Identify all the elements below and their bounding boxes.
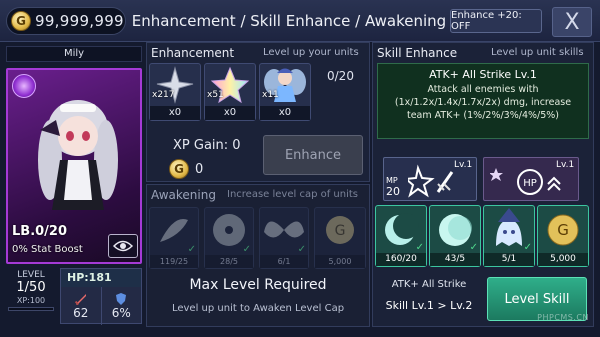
skill-subtitle: Level up unit skills: [491, 47, 584, 58]
level-value: 1/50: [16, 280, 46, 295]
def-value: 6%: [111, 306, 131, 320]
passive-skill-level: Lv.1: [556, 160, 575, 170]
unit-portrait[interactable]: LB.0/20 0% Stat Boost: [6, 68, 142, 264]
check-icon: ✓: [242, 244, 251, 255]
enhance-plus20-toggle[interactable]: Enhance +20: OFF: [450, 9, 542, 33]
check-icon: ✓: [297, 244, 306, 255]
svg-text:HP: HP: [523, 178, 537, 189]
page-title: Enhancement / Skill Enhance / Awakening: [131, 12, 447, 30]
enhancement-count: 0/20: [327, 69, 354, 83]
enhancement-subtitle: Level up your units: [263, 47, 359, 58]
material-count: x217: [152, 90, 175, 100]
skill-material-count: 160/20: [376, 253, 426, 266]
mp-label: MP: [386, 176, 398, 185]
awakening-title: Awakening: [151, 188, 216, 202]
stat-boost-text: 0% Stat Boost: [12, 244, 83, 255]
level-skill-button-label: Level Skill: [504, 291, 570, 307]
active-skill-tab[interactable]: MP 20 Lv.1: [383, 157, 477, 201]
mp-value: 20: [386, 185, 400, 198]
hp-value: HP:181: [61, 269, 141, 287]
awakening-gold-slot[interactable]: G 5,000: [314, 207, 366, 269]
shield-icon: [116, 293, 127, 305]
material-slot[interactable]: x217 x0: [149, 63, 201, 121]
limit-break-level: LB.0/20: [12, 224, 68, 239]
level-label: LEVEL: [17, 270, 45, 280]
level-box: LEVEL 1/50 XP:100: [6, 268, 56, 328]
skill-description: Attack all enemies with (1x/1.2x/1.4x/1.…: [394, 84, 572, 121]
top-bar: G 99,999,999 Enhancement / Skill Enhance…: [0, 0, 600, 42]
awakening-gold-cost: 5,000: [315, 255, 365, 268]
skill-footer-name: ATK+ All Strike: [391, 279, 467, 290]
star-strike-icon: [408, 164, 454, 198]
skill-info-box: ATK+ All Strike Lv.1 Attack all enemies …: [377, 63, 589, 139]
skill-panel: Skill Enhance Level up unit skills ATK+ …: [372, 42, 594, 327]
skill-material-count: 5/1: [484, 253, 534, 266]
gold-coin-icon: G: [11, 11, 31, 31]
enhance-gold-cost: G 0: [169, 159, 203, 179]
def-stat: 6%: [102, 287, 142, 325]
gold-cost-value: 0: [195, 161, 204, 177]
close-button[interactable]: X: [552, 7, 592, 37]
material-slot[interactable]: x11 x0: [259, 63, 311, 121]
check-icon: ✓: [415, 242, 424, 253]
gold-coin-icon: G: [169, 159, 189, 179]
view-unit-button[interactable]: [108, 234, 138, 258]
enhance-button[interactable]: Enhance: [263, 135, 363, 175]
material-count: x51: [207, 90, 224, 100]
atk-stat: 62: [61, 287, 102, 325]
passive-skill-tab[interactable]: HP Lv.1: [483, 157, 579, 201]
check-icon: ✓: [523, 242, 532, 253]
skill-material-slot[interactable]: 43/5 ✓: [429, 205, 481, 267]
active-skill-level: Lv.1: [454, 160, 473, 170]
eye-icon: [113, 240, 133, 252]
atk-value: 62: [73, 306, 89, 320]
material-used: x0: [205, 106, 255, 120]
xp-gain-text: XP Gain: 0: [173, 138, 241, 153]
sword-icon: [74, 294, 86, 306]
material-used: x0: [150, 106, 200, 120]
awakening-material-slot[interactable]: 6/1 ✓: [259, 207, 309, 269]
awakening-material-count: 6/1: [260, 255, 308, 268]
gold-coin-icon: G: [326, 216, 354, 244]
character-illustration: [38, 100, 118, 210]
awakening-material-slot[interactable]: 28/5 ✓: [204, 207, 254, 269]
skill-title: Skill Enhance: [377, 46, 458, 60]
xp-bar: [8, 307, 54, 311]
gold-amount: 99,999,999: [35, 12, 124, 30]
skill-footer-level: Skill Lv.1 > Lv.2: [385, 299, 473, 312]
gold-coin-icon: G: [547, 214, 579, 246]
watermark: PHPCMS.CN: [537, 313, 589, 322]
enhancement-title: Enhancement: [151, 46, 235, 60]
skill-gold-slot[interactable]: G 5,000: [537, 205, 589, 267]
xp-label: XP:100: [16, 296, 46, 305]
enhance-button-label: Enhance: [284, 147, 342, 163]
skill-material-slot[interactable]: 160/20 ✓: [375, 205, 427, 267]
awakening-hint: Level up unit to Awaken Level Cap: [171, 303, 345, 314]
check-icon: ✓: [469, 242, 478, 253]
material-slot[interactable]: x51 x0: [204, 63, 256, 121]
awakening-requirement: Max Level Required: [189, 277, 327, 293]
awakening-subtitle: Increase level cap of units: [227, 189, 359, 200]
material-used: x0: [260, 106, 310, 120]
material-count: x11: [262, 90, 279, 100]
check-icon: ✓: [187, 244, 196, 255]
skill-name: ATK+ All Strike Lv.1: [429, 68, 537, 81]
skill-material-count: 43/5: [430, 253, 480, 266]
skill-gold-cost: 5,000: [538, 253, 588, 266]
awakening-material-slot[interactable]: 119/25 ✓: [149, 207, 199, 269]
gold-balance: G 99,999,999: [6, 7, 126, 35]
svg-text:G: G: [335, 223, 346, 239]
awakening-panel: Awakening Increase level cap of units 11…: [146, 184, 370, 327]
svg-text:G: G: [557, 221, 569, 239]
unit-name: Mily: [6, 46, 142, 62]
awakening-material-count: 119/25: [150, 255, 198, 268]
unit-stats: HP:181 62 6%: [60, 268, 142, 325]
close-icon: X: [564, 9, 580, 35]
unit-panel: Mily LB.0/20 0% Stat Boost LEVEL 1/50 XP…: [6, 46, 146, 331]
skill-material-slot[interactable]: 5/1 ✓: [483, 205, 535, 267]
awakening-material-count: 28/5: [205, 255, 253, 268]
enhancement-panel: Enhancement Level up your units 0/20 x21…: [146, 42, 370, 182]
